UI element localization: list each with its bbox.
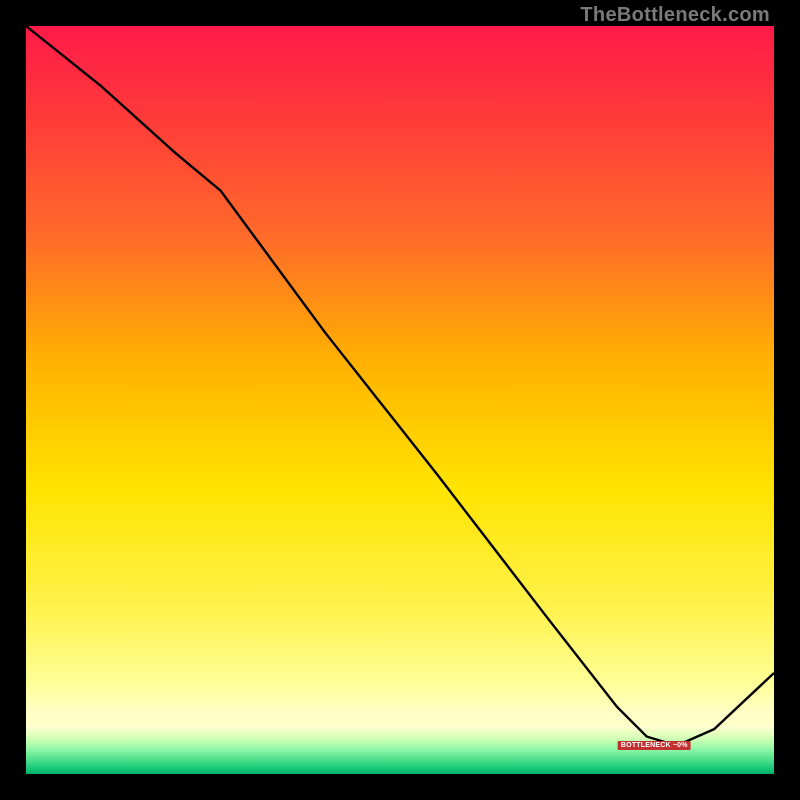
chart-frame: BOTTLENECK ~0% TheBottleneck.com: [0, 0, 800, 800]
gradient-background: [26, 26, 774, 774]
watermark-text: TheBottleneck.com: [580, 4, 770, 27]
plot-area: BOTTLENECK ~0%: [26, 26, 774, 774]
bottleneck-annotation: BOTTLENECK ~0%: [618, 741, 691, 750]
